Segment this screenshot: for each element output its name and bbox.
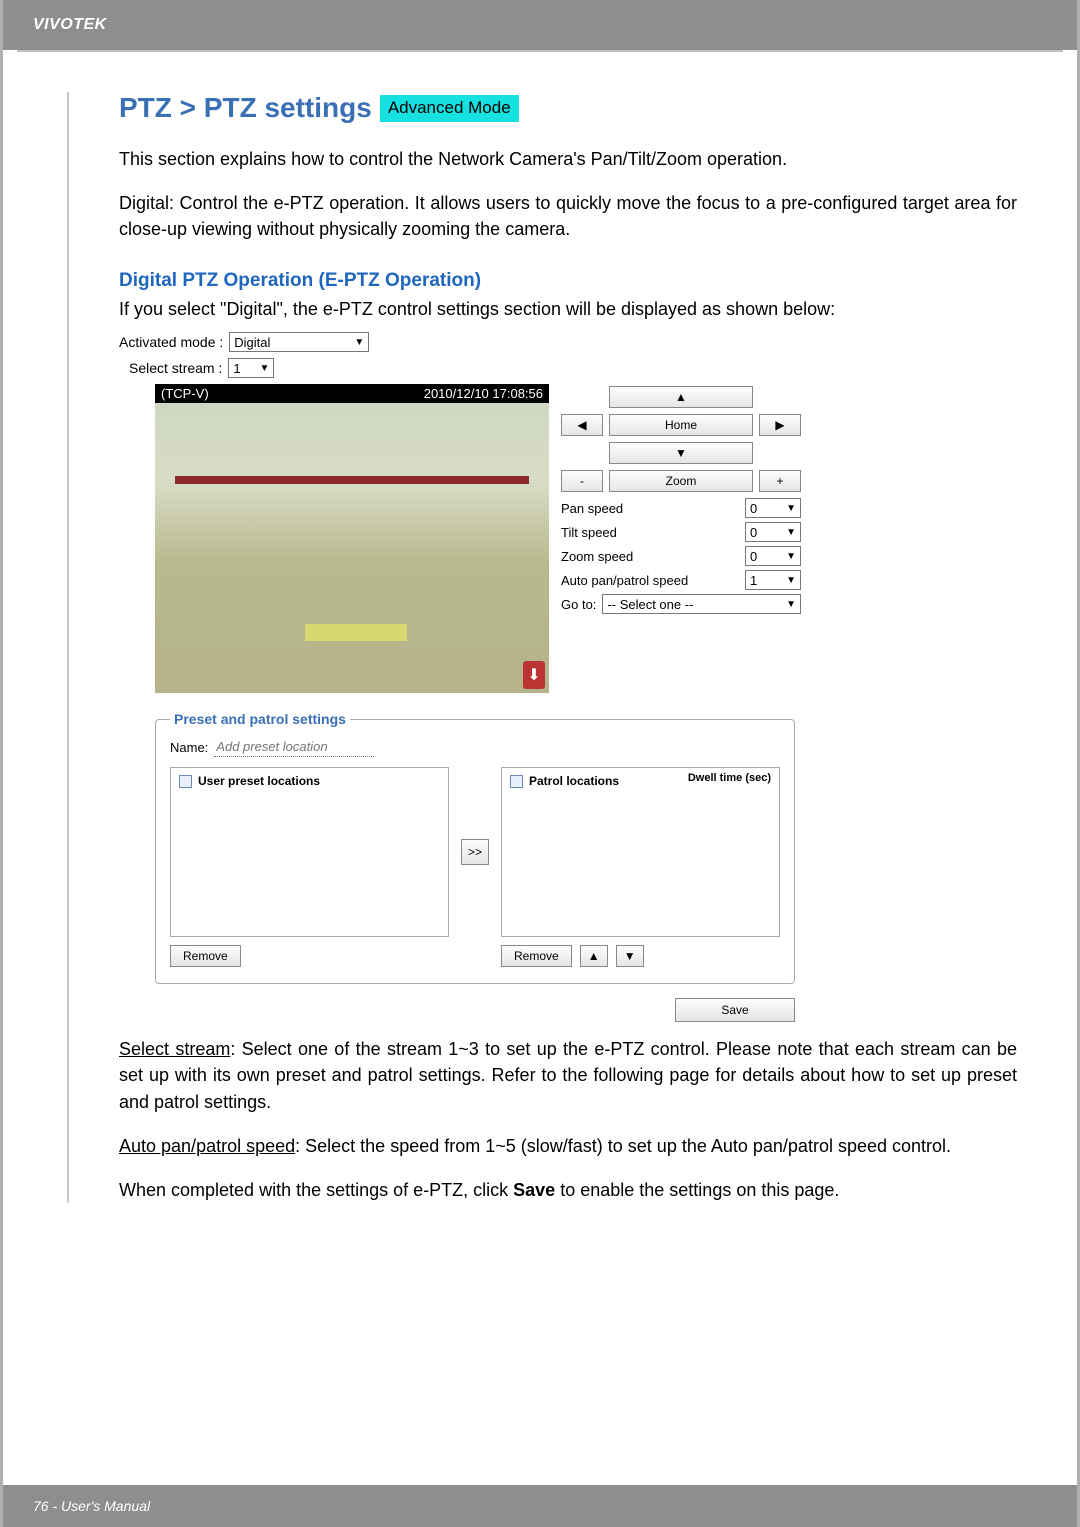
zoom-label: Zoom [609, 470, 753, 492]
video-frame: ⬇ [155, 403, 549, 693]
activated-mode-select[interactable]: Digital ▼ [229, 332, 369, 352]
preset-legend: Preset and patrol settings [170, 711, 350, 727]
video-preview: (TCP-V) 2010/12/10 17:08:56 ⬇ [155, 384, 549, 693]
tilt-down-button[interactable]: ▼ [609, 442, 753, 464]
zoom-speed-label: Zoom speed [561, 549, 633, 564]
intro-text: This section explains how to control the… [119, 146, 1017, 172]
chevron-down-icon: ▼ [259, 363, 269, 374]
ptz-controls: ▲ ◀ Home ▶ ▼ - Zoom [561, 386, 801, 614]
advanced-mode-badge: Advanced Mode [380, 95, 519, 122]
dwell-time-header: Dwell time (sec) [688, 772, 771, 785]
chevron-down-icon: ▼ [786, 527, 796, 538]
title-text: PTZ > PTZ settings [119, 92, 372, 124]
home-button[interactable]: Home [609, 414, 753, 436]
zoom-speed-select[interactable]: 0 ▼ [745, 546, 801, 566]
pan-right-button[interactable]: ▶ [759, 414, 801, 436]
save-note: When completed with the settings of e-PT… [119, 1177, 1017, 1203]
pan-left-button[interactable]: ◀ [561, 414, 603, 436]
chevron-down-icon: ▼ [786, 575, 796, 586]
select-stream-label: Select stream : [129, 360, 222, 376]
digital-description: Digital: Control the e-PTZ operation. It… [119, 190, 1017, 242]
goto-label: Go to: [561, 597, 596, 612]
select-stream-underline: Select stream [119, 1039, 230, 1059]
page-title: PTZ > PTZ settings Advanced Mode [119, 92, 1017, 124]
auto-speed-select[interactable]: 1 ▼ [745, 570, 801, 590]
page-footer: 76 - User's Manual [3, 1485, 1077, 1527]
video-timestamp: 2010/12/10 17:08:56 [424, 386, 543, 401]
section-heading: Digital PTZ Operation (E-PTZ Operation) [119, 270, 1017, 292]
user-preset-header: User preset locations [198, 774, 320, 788]
patrol-down-button[interactable]: ▼ [616, 945, 644, 967]
arrow-down-icon: ⬇ [523, 661, 545, 689]
select-stream-select[interactable]: 1 ▼ [228, 358, 274, 378]
goto-select[interactable]: -- Select one -- ▼ [602, 594, 801, 614]
select-stream-note: Select stream: Select one of the stream … [119, 1036, 1017, 1114]
tilt-speed-label: Tilt speed [561, 525, 617, 540]
section-lead: If you select "Digital", the e-PTZ contr… [119, 296, 1017, 322]
patrol-up-button[interactable]: ▲ [580, 945, 608, 967]
checkbox-icon[interactable] [179, 775, 192, 788]
auto-speed-label: Auto pan/patrol speed [561, 573, 688, 588]
checkbox-icon[interactable] [510, 775, 523, 788]
chevron-down-icon: ▼ [786, 599, 796, 610]
patrol-locations-list[interactable]: Patrol locations Dwell time (sec) [501, 767, 780, 937]
user-preset-list[interactable]: User preset locations [170, 767, 449, 937]
brand-logo: VIVOTEK [33, 16, 107, 34]
pan-speed-select[interactable]: 0 ▼ [745, 498, 801, 518]
pan-speed-label: Pan speed [561, 501, 623, 516]
chevron-down-icon: ▼ [786, 551, 796, 562]
eptz-ui: Activated mode : Digital ▼ Select stream… [119, 332, 1017, 1022]
remove-preset-button[interactable]: Remove [170, 945, 241, 967]
auto-speed-underline: Auto pan/patrol speed [119, 1136, 295, 1156]
activated-mode-label: Activated mode : [119, 334, 223, 350]
chevron-down-icon: ▼ [786, 503, 796, 514]
move-right-button[interactable]: >> [461, 839, 489, 865]
footer-text: 76 - User's Manual [33, 1498, 150, 1514]
tilt-up-button[interactable]: ▲ [609, 386, 753, 408]
patrol-header: Patrol locations [529, 774, 619, 788]
auto-speed-note: Auto pan/patrol speed: Select the speed … [119, 1133, 1017, 1159]
page-header: VIVOTEK [3, 0, 1077, 50]
preset-name-label: Name: [170, 740, 208, 755]
chevron-down-icon: ▼ [354, 337, 364, 348]
zoom-out-button[interactable]: - [561, 470, 603, 492]
preset-patrol-fieldset: Preset and patrol settings Name: User pr… [155, 711, 795, 984]
tilt-speed-select[interactable]: 0 ▼ [745, 522, 801, 542]
save-button[interactable]: Save [675, 998, 795, 1022]
remove-patrol-button[interactable]: Remove [501, 945, 572, 967]
zoom-in-button[interactable]: + [759, 470, 801, 492]
video-source-label: (TCP-V) [161, 386, 209, 401]
preset-name-input[interactable] [214, 737, 374, 757]
